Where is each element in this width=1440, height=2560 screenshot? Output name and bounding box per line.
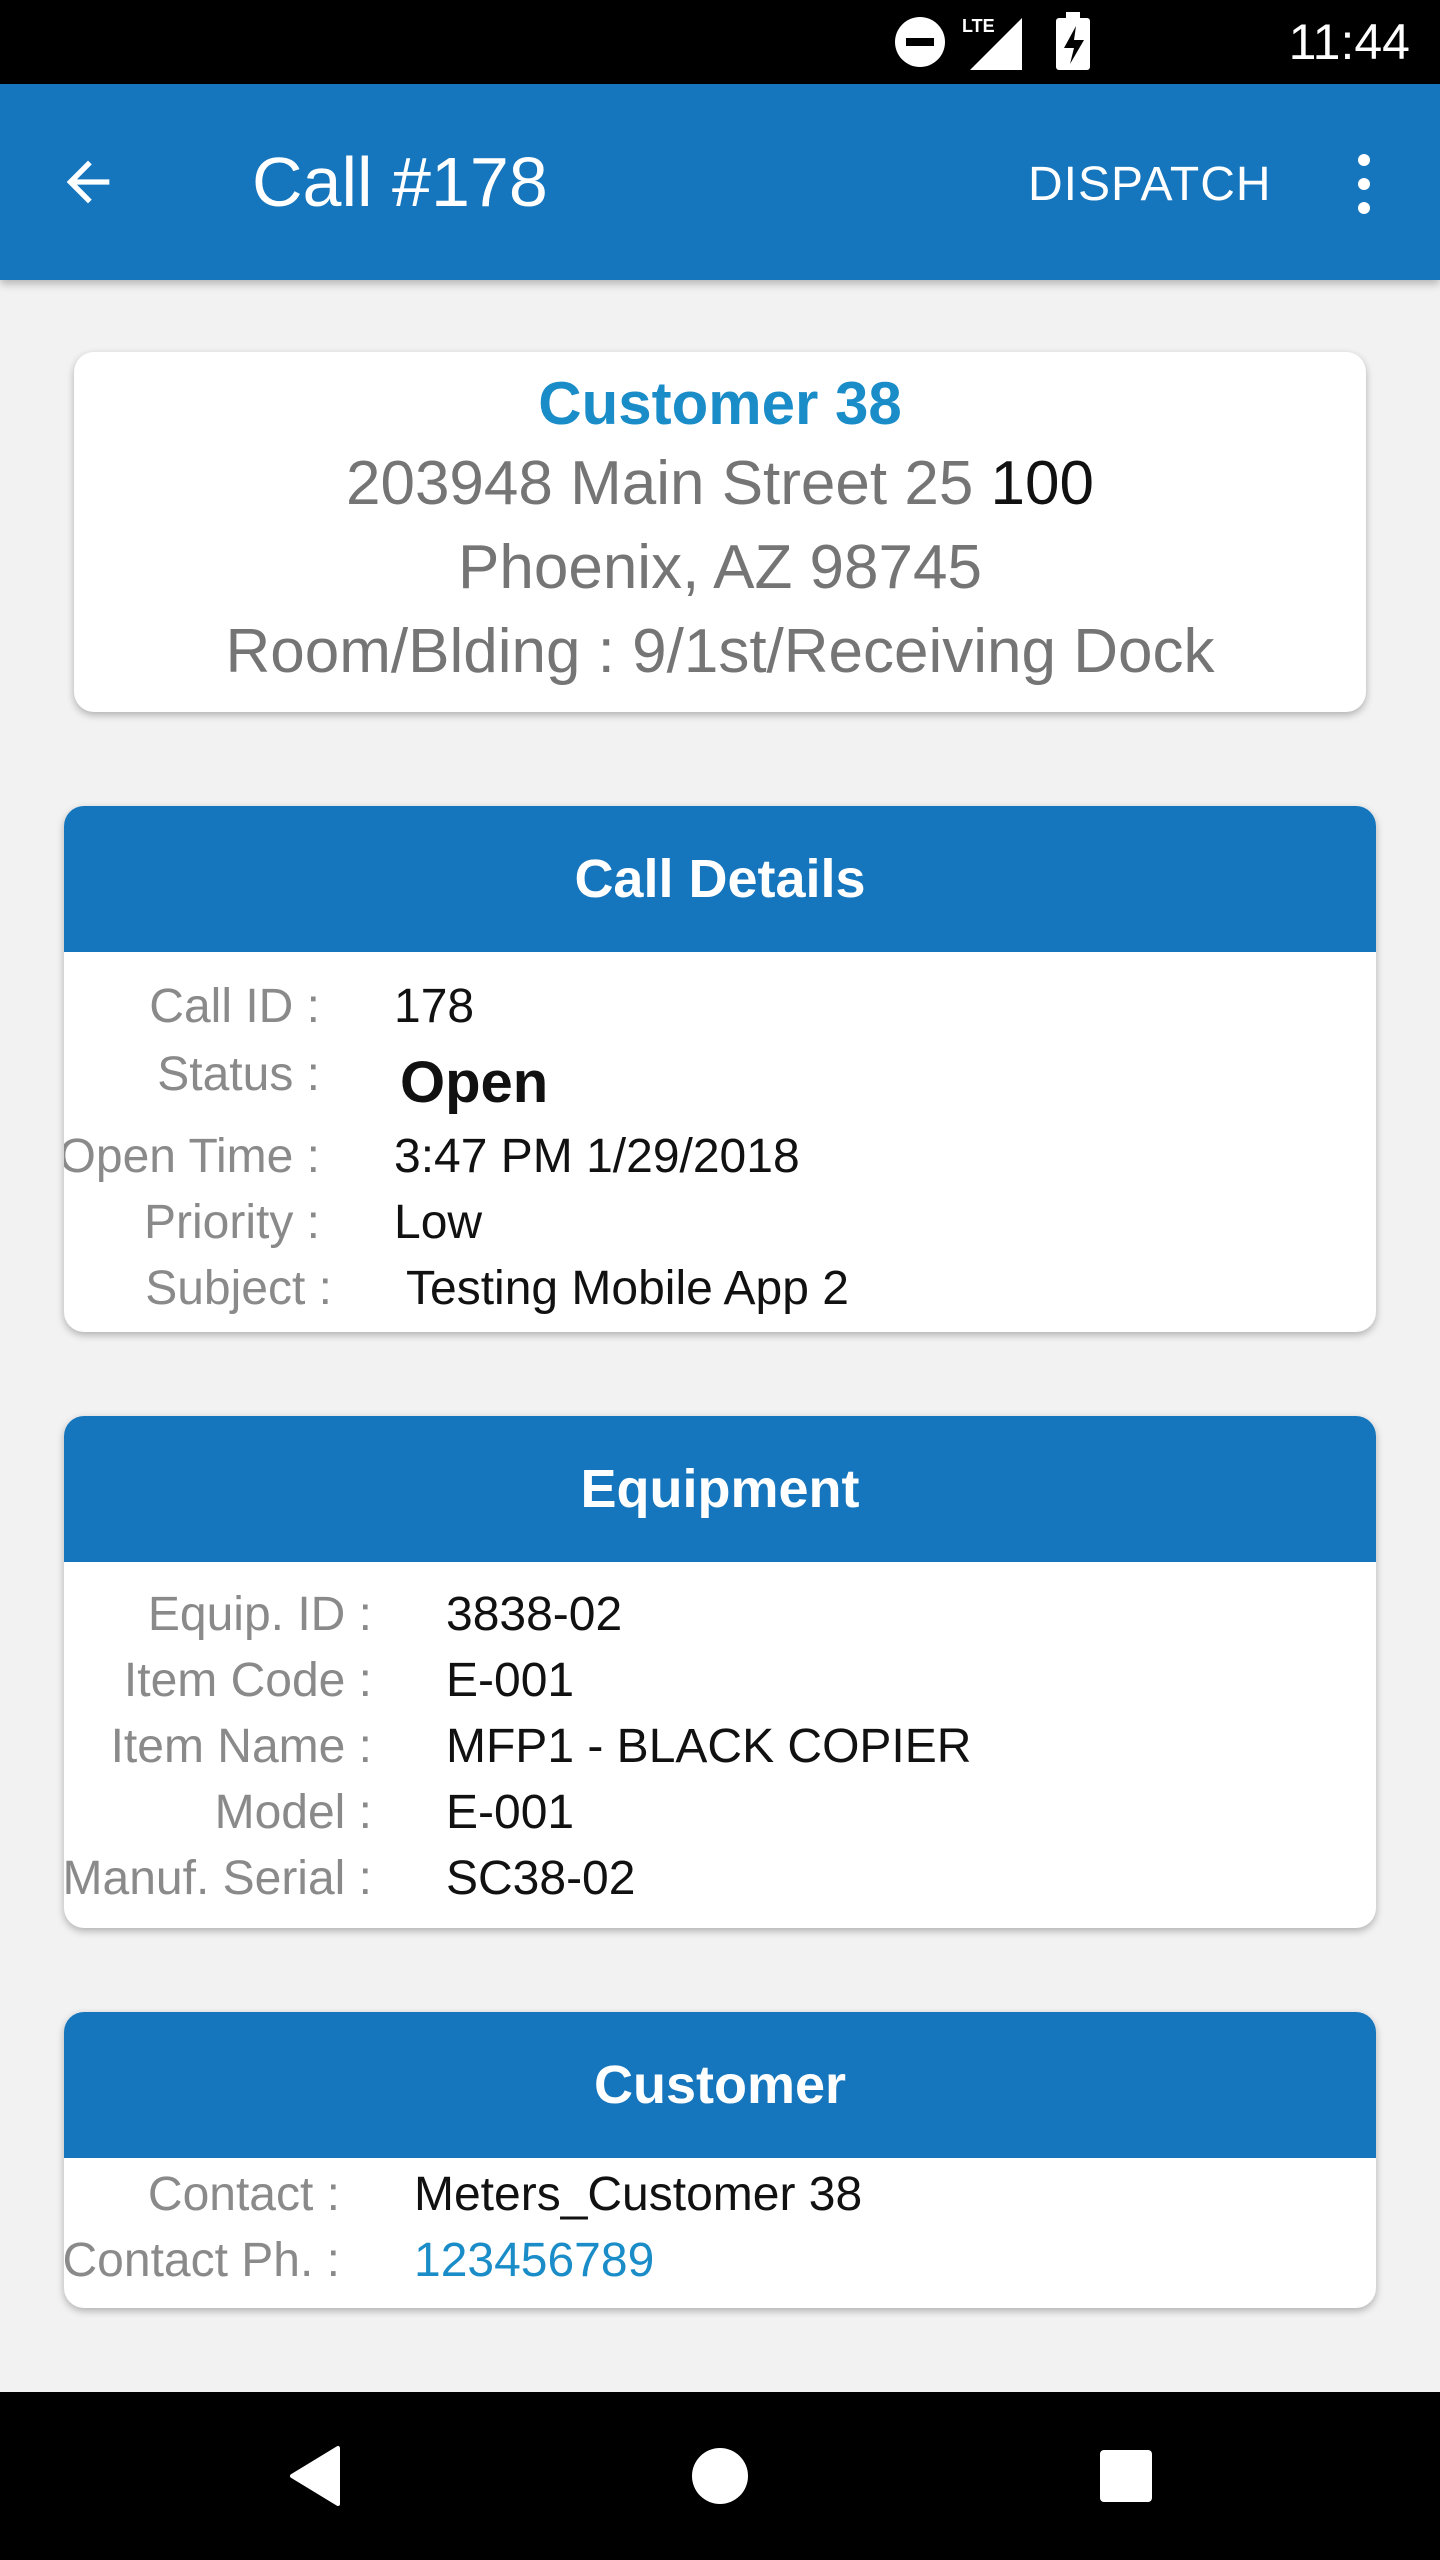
detail-row-call-id: Call ID : 178 [64,974,1376,1040]
street-text: 203948 Main Street 25 [345,449,991,518]
customer-row-contact: Contact : Meters_Customer 38 [64,2162,1376,2228]
subject-label: Subject : [145,1262,332,1315]
equip-row-model: Model : E-001 [64,1780,1376,1846]
customer-name[interactable]: Customer 38 [74,366,1366,442]
recents-square-icon [1100,2450,1152,2502]
equipment-header: Equipment [64,1416,1376,1562]
call-details-card: Call Details Call ID : 178 Status : Open… [64,806,1376,1332]
serial-value: SC38-02 [446,1852,636,1905]
page-title: Call #178 [252,143,548,221]
equip-row-item-name: Item Name : MFP1 - BLACK COPIER [64,1714,1376,1780]
model-label: Model : [214,1786,372,1839]
app-bar: Call #178 DISPATCH [0,84,1440,280]
priority-label: Priority : [143,1196,320,1249]
home-circle-icon [692,2448,748,2504]
overflow-menu-button[interactable] [1320,136,1408,232]
item-name-label: Item Name : [110,1720,372,1773]
do-not-disturb-icon [895,17,945,67]
detail-row-priority: Priority : Low [64,1190,1376,1256]
equip-id-value: 3838-02 [446,1588,623,1641]
equipment-card: Equipment Equip. ID : 3838-02 Item Code … [64,1416,1376,1928]
call-id-label: Call ID : [149,980,320,1033]
dispatch-button[interactable]: DISPATCH [1012,144,1288,224]
status-bar: LTE 11:44 [0,0,1440,84]
equip-row-item-code: Item Code : E-001 [64,1648,1376,1714]
item-code-value: E-001 [446,1654,575,1707]
room-value: 9/1st/Receiving Dock [632,617,1215,686]
contact-label: Contact : [147,2168,340,2221]
room-building: Room/Blding : 9/1st/Receiving Dock [74,612,1366,692]
street-address: 203948 Main Street 25 100 [74,444,1366,524]
system-nav-bar [0,2392,1440,2560]
signal-icon: LTE [962,16,1022,70]
open-time-value: 3:47 PM 1/29/2018 [394,1130,800,1183]
equip-row-id: Equip. ID : 3838-02 [64,1582,1376,1648]
arrow-back-icon [66,160,110,204]
priority-value: Low [394,1196,483,1249]
customer-header: Customer [64,2012,1376,2158]
subject-value: Testing Mobile App 2 [406,1262,849,1315]
city-state-zip: Phoenix, AZ 98745 [458,533,982,602]
detail-row-open-time: Open Time : 3:47 PM 1/29/2018 [64,1124,1376,1190]
status-label: Status : [157,1048,320,1101]
serial-label: Manuf. Serial : [64,1852,372,1905]
item-name-value: MFP1 - BLACK COPIER [446,1720,972,1773]
status-icons: LTE [895,12,1090,70]
detail-row-subject: Subject : Testing Mobile App 2 [64,1256,1376,1322]
call-id-value: 178 [394,980,475,1033]
nav-home-button[interactable] [670,2426,770,2526]
status-value: Open [400,1050,549,1115]
more-vert-icon [1358,154,1370,214]
item-code-label: Item Code : [123,1654,372,1707]
customer-card: Customer Contact : Meters_Customer 38 Co… [64,2012,1376,2308]
customer-row-phone: Contact Ph. : 123456789 [64,2228,1376,2294]
model-value: E-001 [446,1786,575,1839]
contact-phone-link[interactable]: 123456789 [414,2228,654,2294]
equip-row-serial: Manuf. Serial : SC38-02 [64,1846,1376,1912]
battery-charging-icon [1056,12,1090,70]
street-suffix: 100 [990,449,1094,518]
nav-recents-button[interactable] [1076,2426,1176,2526]
call-details-header: Call Details [64,806,1376,952]
open-time-label: Open Time : [64,1130,320,1183]
nav-back-button[interactable] [266,2426,366,2526]
equip-id-label: Equip. ID : [147,1588,372,1641]
contact-phone-label: Contact Ph. : [64,2234,340,2287]
address-card: Customer 38 203948 Main Street 25 100 Ph… [74,352,1366,712]
detail-row-status: Status : Open [64,1042,1376,1115]
status-time: 11:44 [1288,14,1410,70]
back-button[interactable] [40,134,136,230]
room-label: Room/Blding : [225,617,633,686]
contact-value: Meters_Customer 38 [414,2168,863,2221]
back-triangle-icon [290,2446,340,2506]
svg-text:LTE: LTE [962,16,995,36]
